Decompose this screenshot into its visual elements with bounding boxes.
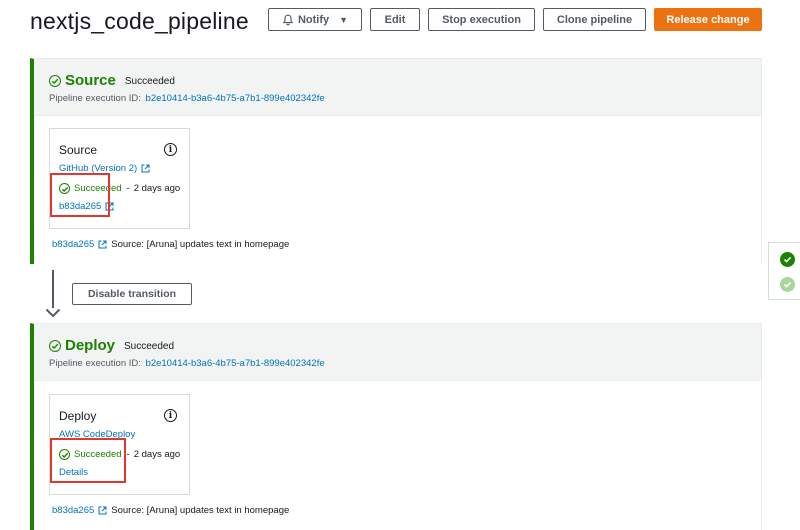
stage-name: Source xyxy=(65,72,116,89)
execution-id-label: Pipeline execution ID: xyxy=(49,93,141,104)
commit-row: b83da265 Source: [Aruna] updates text in… xyxy=(52,239,289,250)
external-link-icon xyxy=(98,240,107,249)
stage-status-panel xyxy=(768,242,800,300)
commit-revision: b83da265 xyxy=(52,239,95,250)
check-circle-icon xyxy=(49,339,61,352)
caret-down-icon: ▼ xyxy=(339,14,349,25)
clone-pipeline-button[interactable]: Clone pipeline xyxy=(543,8,646,31)
commit-message: Source: [Aruna] updates text in homepage xyxy=(111,505,290,516)
highlight-box xyxy=(50,173,110,217)
check-circle-icon xyxy=(49,74,61,87)
info-icon[interactable]: i xyxy=(164,143,177,156)
highlight-box xyxy=(50,438,126,483)
action-name: Source xyxy=(59,143,98,157)
stage-header: Deploy Succeeded Pipeline execution ID: … xyxy=(34,324,761,380)
external-link-icon xyxy=(98,506,107,515)
commit-row: b83da265 Source: [Aruna] updates text in… xyxy=(52,505,289,516)
stop-execution-button[interactable]: Stop execution xyxy=(428,8,535,31)
action-time: 2 days ago xyxy=(133,183,181,194)
status-separator: - xyxy=(126,183,130,194)
page-title: nextjs_code_pipeline xyxy=(30,8,249,34)
check-circle-icon[interactable] xyxy=(780,277,795,292)
disable-transition-button[interactable]: Disable transition xyxy=(72,283,192,305)
action-name: Deploy xyxy=(59,409,97,423)
stage-name: Deploy xyxy=(65,337,116,354)
external-link-icon xyxy=(141,164,150,173)
execution-id-link[interactable]: b2e10414-b3a6-4b75-a7b1-899e402342fe xyxy=(146,93,325,104)
info-icon[interactable]: i xyxy=(164,409,177,422)
commit-message: Source: [Aruna] updates text in homepage xyxy=(111,239,290,250)
execution-id-link[interactable]: b2e10414-b3a6-4b75-a7b1-899e402342fe xyxy=(146,358,325,369)
commit-revision-link[interactable]: b83da265 xyxy=(52,505,107,516)
edit-button[interactable]: Edit xyxy=(370,8,420,31)
status-separator: - xyxy=(126,449,130,460)
stage-body: Deploy i AWS CodeDeploy Succeeded - 2 da… xyxy=(34,380,761,530)
notify-button[interactable]: Notify ▼ xyxy=(268,8,362,31)
execution-id-label: Pipeline execution ID: xyxy=(49,358,141,369)
commit-revision: b83da265 xyxy=(52,505,95,516)
stage-status: Succeeded xyxy=(124,341,175,352)
bell-icon xyxy=(282,14,294,25)
execution-id-row: Pipeline execution ID: b2e10414-b3a6-4b7… xyxy=(49,93,761,104)
notify-label: Notify xyxy=(297,13,330,26)
stage-source: Source Succeeded Pipeline execution ID: … xyxy=(30,58,762,265)
arrow-down-icon xyxy=(45,308,61,318)
commit-revision-link[interactable]: b83da265 xyxy=(52,239,107,250)
stage-deploy: Deploy Succeeded Pipeline execution ID: … xyxy=(30,323,762,530)
stage-body: Source i GitHub (Version 2) Succeeded - … xyxy=(34,115,761,265)
stage-header: Source Succeeded Pipeline execution ID: … xyxy=(34,59,761,115)
execution-id-row: Pipeline execution ID: b2e10414-b3a6-4b7… xyxy=(49,358,761,369)
release-change-button[interactable]: Release change xyxy=(654,8,762,31)
action-time: 2 days ago xyxy=(133,449,181,460)
stage-status: Succeeded xyxy=(124,76,175,87)
check-circle-icon[interactable] xyxy=(780,252,795,267)
